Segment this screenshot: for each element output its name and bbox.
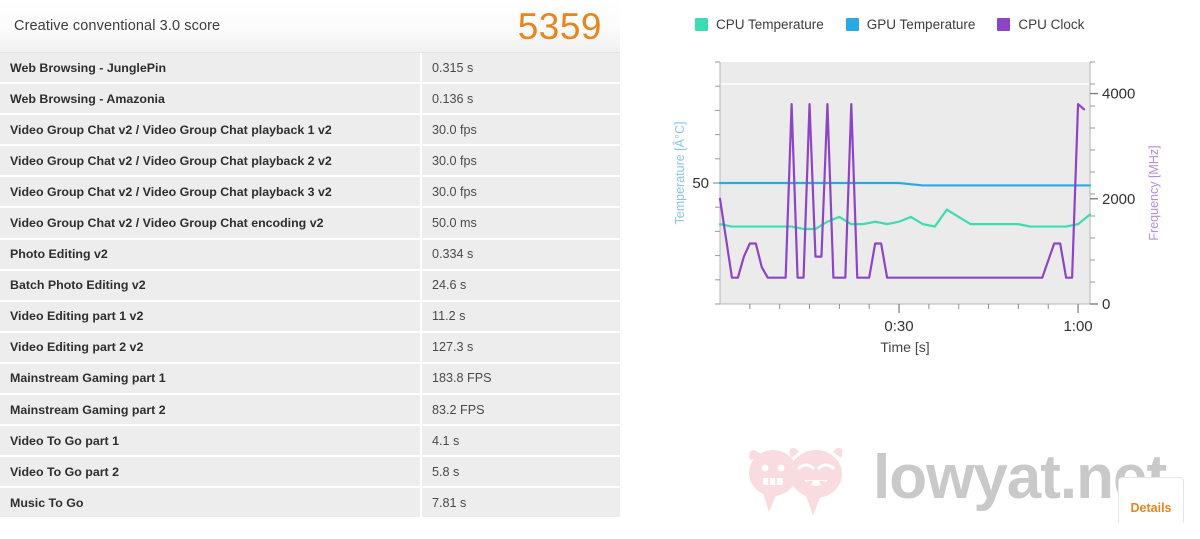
x-tick-label: 1:00 — [1063, 318, 1092, 335]
y-axis-label-left: Temperature [Â°C] — [672, 122, 687, 225]
benchmark-value: 127.3 s — [432, 340, 474, 355]
table-row[interactable]: Video Editing part 1 v2 11.2 s — [0, 301, 620, 333]
benchmark-value: 7.81 s — [432, 495, 467, 510]
column-divider — [420, 332, 422, 362]
benchmark-value: 183.8 FPS — [432, 371, 492, 386]
column-divider — [420, 270, 422, 300]
column-divider — [420, 457, 422, 487]
table-row[interactable]: Mainstream Gaming part 2 83.2 FPS — [0, 395, 620, 427]
table-row[interactable]: Video To Go part 2 5.8 s — [0, 457, 620, 489]
monitoring-chart: 50 Temperature [Â°C] 0 2000 4000 Frequency [M… — [645, 46, 1200, 366]
table-row[interactable]: Video Editing part 2 v2 127.3 s — [0, 332, 620, 364]
benchmark-name: Video Group Chat v2 / Video Group Chat p… — [10, 122, 332, 137]
benchmark-name: Video Editing part 2 v2 — [10, 340, 144, 355]
table-row[interactable]: Video Group Chat v2 / Video Group Chat p… — [0, 146, 620, 178]
x-tick-label: 0:30 — [884, 318, 913, 335]
benchmark-value: 0.315 s — [432, 60, 474, 75]
column-divider — [420, 146, 422, 176]
legend-swatch-icon — [695, 17, 708, 31]
details-button[interactable]: Details — [1118, 477, 1184, 523]
score-title: Creative conventional 3.0 score — [14, 18, 221, 34]
y-tick-label-right: 2000 — [1102, 191, 1135, 208]
benchmark-value: 11.2 s — [432, 309, 466, 324]
column-divider — [420, 239, 422, 269]
table-row[interactable]: Mainstream Gaming part 1 183.8 FPS — [0, 363, 620, 396]
benchmark-name: Video Group Chat v2 / Video Group Chat p… — [10, 153, 332, 168]
legend-label: CPU Clock — [1018, 16, 1085, 32]
benchmark-name: Music To Go — [10, 495, 84, 510]
benchmark-value: 0.136 s — [432, 91, 474, 106]
benchmark-value: 4.1 s — [432, 433, 460, 448]
benchmark-value: 30.0 fps — [432, 184, 477, 199]
benchmark-name: Video To Go part 2 — [10, 464, 120, 479]
mascot-faces-icon — [749, 447, 843, 516]
legend-item[interactable]: CPU Temperature — [695, 17, 824, 32]
benchmark-name: Video Editing part 1 v2 — [10, 309, 144, 324]
legend-swatch-icon — [845, 17, 859, 31]
benchmark-value: 24.6 s — [432, 278, 467, 293]
column-divider — [420, 208, 422, 238]
score-header: Creative conventional 3.0 score 5359 — [0, 0, 620, 53]
table-row[interactable]: Web Browsing - Amazonia 0.136 s — [0, 84, 620, 116]
benchmark-value: 5.8 s — [432, 464, 460, 479]
benchmark-result-screen: Creative conventional 3.0 score 5359 Web… — [0, 0, 1200, 539]
column-divider — [420, 84, 422, 114]
table-row[interactable]: Photo Editing v2 0.334 s — [0, 239, 620, 271]
legend-label: GPU Temperature — [866, 16, 976, 32]
y-tick-label-right: 4000 — [1102, 86, 1135, 103]
column-divider — [420, 488, 422, 518]
column-divider — [420, 53, 422, 83]
results-table: Web Browsing - JunglePin 0.315 s Web Brows… — [0, 53, 620, 520]
monitoring-chart-panel: CPU Temperature GPU Temperature CPU Clock … — [645, 0, 1200, 539]
y-tick-label-left: 50 — [692, 175, 709, 192]
chart-svg: 50 Temperature [Â°C] 0 2000 4000 Frequency [M… — [672, 61, 1161, 355]
y-axis-label-right: Frequency [MHz] — [1147, 145, 1161, 240]
benchmark-name: Web Browsing - Amazonia — [10, 91, 165, 106]
benchmark-value: 30.0 fps — [432, 153, 477, 168]
table-row[interactable]: Video To Go part 1 4.1 s — [0, 426, 620, 458]
benchmark-name: Mainstream Gaming part 1 — [10, 371, 166, 386]
x-axis-label: Time [s] — [880, 339, 929, 355]
benchmark-value: 83.2 FPS — [432, 402, 485, 417]
chart-legend: CPU Temperature GPU Temperature CPU Clock — [695, 12, 1106, 36]
legend-item[interactable]: GPU Temperature — [845, 16, 976, 32]
benchmark-name: Photo Editing v2 — [10, 247, 108, 262]
column-divider — [420, 426, 422, 456]
benchmark-name: Web Browsing - JunglePin — [10, 60, 167, 75]
table-row[interactable]: Video Group Chat v2 / Video Group Chat p… — [0, 115, 620, 147]
legend-swatch-icon — [997, 17, 1011, 31]
column-divider — [420, 363, 422, 394]
benchmark-name: Mainstream Gaming part 2 — [10, 402, 166, 417]
benchmark-name: Video Group Chat v2 / Video Group Chat e… — [10, 216, 324, 231]
table-row[interactable]: Web Browsing - JunglePin 0.315 s — [0, 53, 620, 85]
benchmark-name: Batch Photo Editing v2 — [10, 278, 146, 293]
table-row[interactable]: Video Group Chat v2 / Video Group Chat p… — [0, 177, 620, 209]
score-value: 5359 — [517, 5, 602, 47]
benchmark-name: Video To Go part 1 — [10, 433, 120, 448]
benchmark-value: 30.0 fps — [432, 122, 477, 137]
column-divider — [420, 115, 422, 145]
table-row[interactable]: Video Group Chat v2 / Video Group Chat e… — [0, 208, 620, 240]
column-divider — [420, 395, 422, 425]
legend-label: CPU Temperature — [716, 16, 824, 32]
column-divider — [420, 301, 422, 331]
legend-item[interactable]: CPU Clock — [997, 17, 1084, 32]
table-row[interactable]: Batch Photo Editing v2 24.6 s — [0, 270, 620, 302]
column-divider — [420, 177, 422, 207]
y-tick-label-right: 0 — [1102, 296, 1110, 313]
benchmark-results-panel: Creative conventional 3.0 score 5359 Web… — [0, 0, 620, 539]
benchmark-value: 0.334 s — [432, 247, 474, 262]
table-row[interactable]: Music To Go 7.81 s — [0, 488, 620, 520]
benchmark-value: 50.0 ms — [432, 216, 477, 231]
details-button-label: Details — [1130, 500, 1172, 515]
benchmark-name: Video Group Chat v2 / Video Group Chat p… — [10, 184, 332, 199]
